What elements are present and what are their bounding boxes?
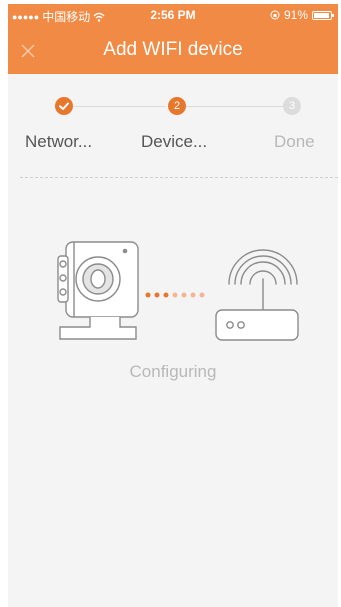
checkmark-icon xyxy=(59,102,69,110)
step-3-label: Done xyxy=(274,132,315,151)
step-2-label: Device... xyxy=(141,132,208,151)
battery-icon xyxy=(312,10,334,20)
battery-percent: 91% xyxy=(283,8,308,22)
page-title: Add WIFI device xyxy=(103,39,243,60)
router-icon xyxy=(215,249,299,341)
step-2-indicator: 2 xyxy=(168,97,186,115)
progress-stepper: 2 3 Networ... Device... Done xyxy=(8,96,338,156)
status-right: 91% xyxy=(270,8,334,22)
pairing-illustration xyxy=(38,232,308,352)
step-connector xyxy=(186,106,286,107)
app-screen: ●●●●● 中国移动 2:56 PM 91% Add WIFI device 2… xyxy=(8,4,338,607)
progress-dots xyxy=(145,292,205,298)
section-divider xyxy=(20,177,338,178)
step-1-label: Networ... xyxy=(25,132,93,151)
orientation-lock-icon xyxy=(270,10,280,20)
navigation-bar: Add WIFI device xyxy=(8,26,338,74)
step-1-done-icon xyxy=(55,97,73,115)
step-connector xyxy=(74,106,166,107)
camera-icon xyxy=(57,241,139,340)
step-3-indicator: 3 xyxy=(283,97,301,115)
configuring-status: Configuring xyxy=(129,362,217,381)
status-bar: ●●●●● 中国移动 2:56 PM 91% xyxy=(8,4,338,26)
battery-level xyxy=(314,12,329,18)
